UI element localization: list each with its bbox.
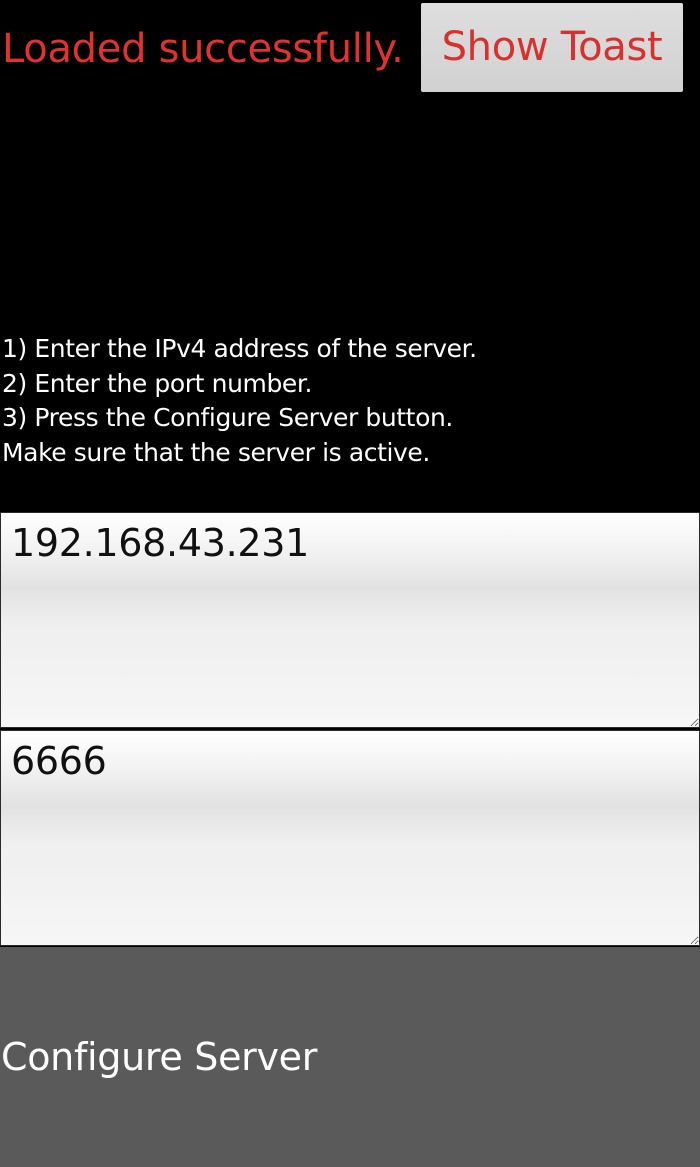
instruction-line: Make sure that the server is active. xyxy=(2,437,430,467)
instruction-line: 3) Press the Configure Server button. xyxy=(2,403,453,432)
port-number-input[interactable]: 6666 xyxy=(0,730,700,946)
instruction-line: 2) Enter the port number. xyxy=(2,368,313,398)
instructions: 1) Enter the IPv4 address of the server.… xyxy=(2,332,477,470)
show-toast-button[interactable]: Show Toast xyxy=(421,3,683,92)
configure-server-button[interactable]: Configure Server xyxy=(0,947,700,1167)
status-text: Loaded successfully. xyxy=(2,26,404,72)
instruction-line: 1) Enter the IPv4 address of the server. xyxy=(2,334,477,363)
ip-address-input[interactable]: 192.168.43.231 xyxy=(0,512,700,728)
